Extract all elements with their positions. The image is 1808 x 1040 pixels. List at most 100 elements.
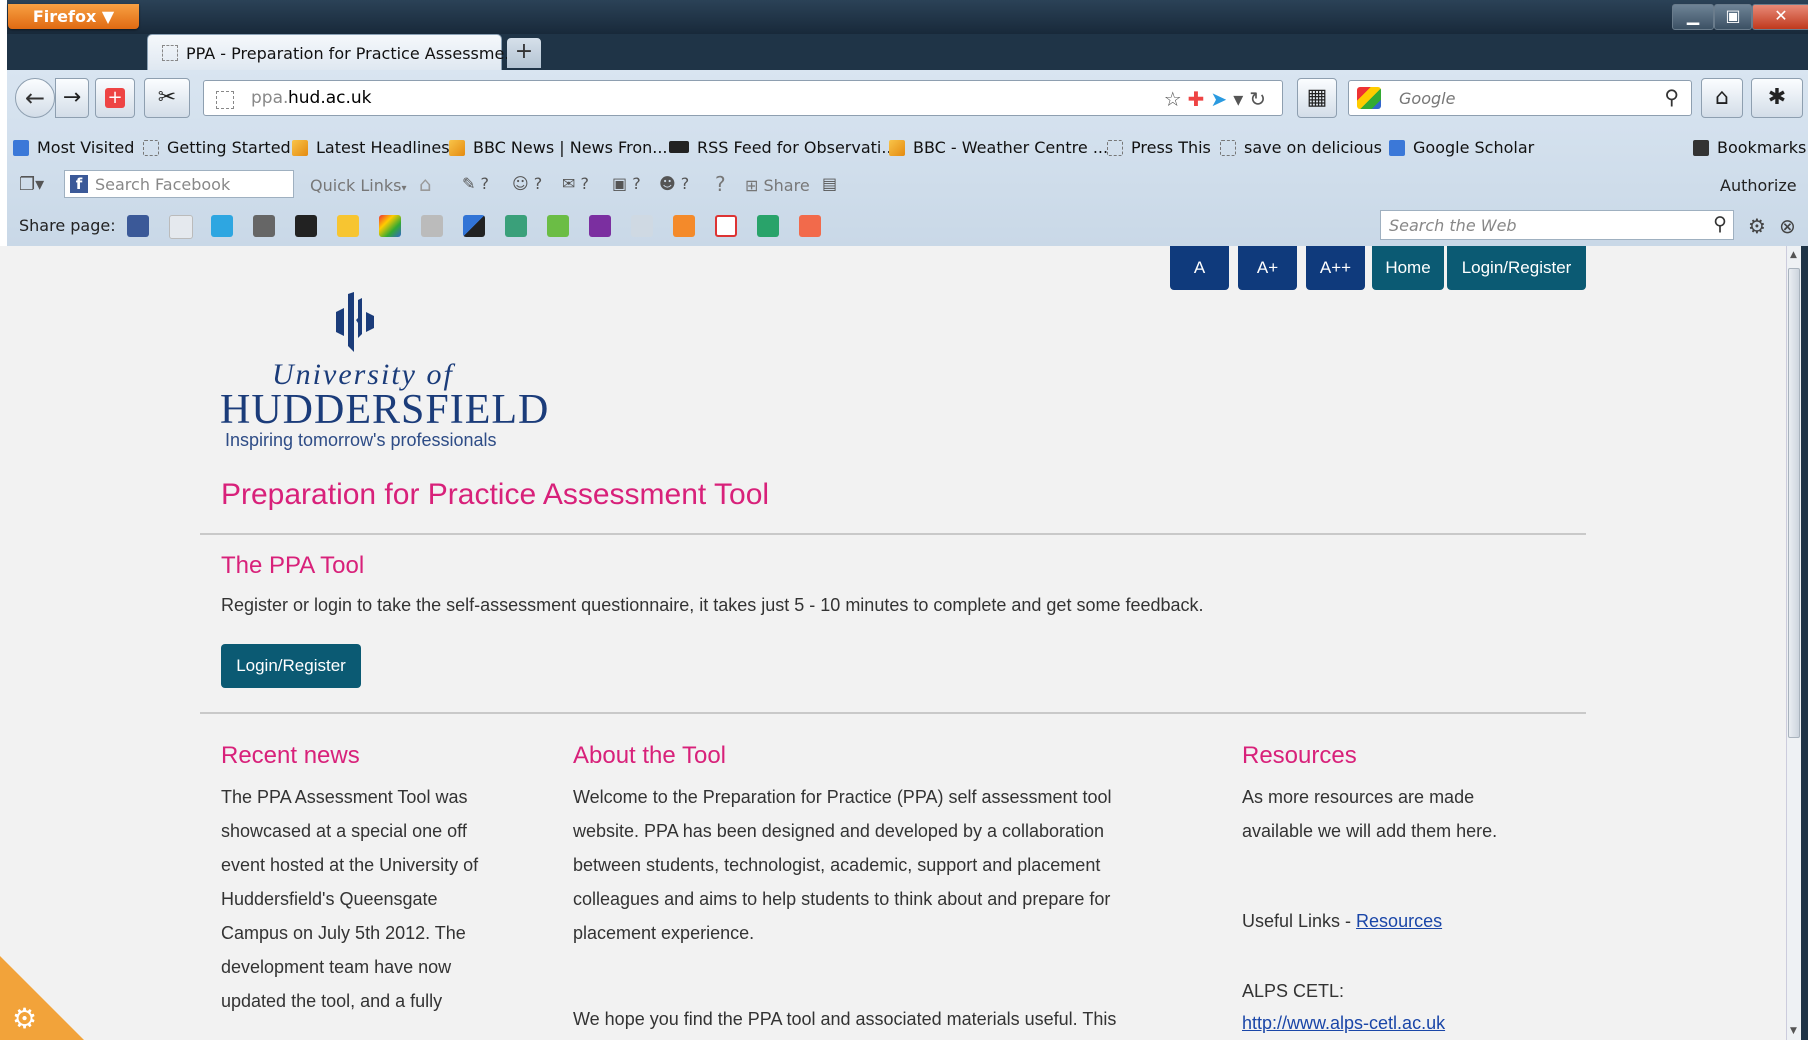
close-window-button[interactable]: ✕: [1752, 4, 1808, 30]
stumble-icon[interactable]: [505, 215, 527, 237]
bookmark-star-icon[interactable]: ☆: [1164, 87, 1188, 111]
facebook-icon: f: [70, 175, 88, 193]
home-button[interactable]: ⌂: [1701, 78, 1743, 118]
bookmark-bbc-weather[interactable]: BBC - Weather Centre ...: [889, 138, 1108, 157]
home-nav-button[interactable]: Home: [1372, 246, 1444, 290]
addthis-more-icon[interactable]: [799, 215, 821, 237]
addon-button[interactable]: ▦: [1297, 78, 1337, 118]
page-icon: [1220, 140, 1236, 156]
google-engine-icon[interactable]: [1357, 87, 1381, 109]
search-bar[interactable]: Google ⚲: [1348, 80, 1692, 116]
scholar-icon: [1389, 140, 1405, 156]
web-search-input[interactable]: Search the Web ⚲: [1380, 210, 1734, 240]
events-button[interactable]: ▣ ?: [612, 174, 641, 193]
digg-icon[interactable]: [631, 215, 653, 237]
sidebar-toggle-icon[interactable]: ▤: [822, 174, 837, 193]
help-icon[interactable]: ?: [715, 172, 726, 196]
scroll-up-icon[interactable]: ▲: [1790, 250, 1797, 260]
messages-button[interactable]: ✉ ?: [562, 174, 589, 193]
bookmarks-toolbar: Most Visited Getting Started Latest Head…: [7, 130, 1808, 164]
bookmark-rss-feed[interactable]: RSS Feed for Observati...: [669, 138, 897, 157]
firefox-menu-button[interactable]: Firefox ▼: [8, 4, 139, 29]
cut-button[interactable]: ✂: [144, 78, 190, 118]
pages-icon: ❐▾: [19, 174, 45, 195]
title-bar: Firefox ▼ ▁ ▣ ✕: [7, 0, 1808, 34]
vertical-scrollbar[interactable]: ▲ ▼: [1786, 246, 1801, 1040]
bookmark-getting-started[interactable]: Getting Started: [143, 138, 291, 157]
settings-gear-icon[interactable]: ⚙: [12, 1002, 37, 1035]
about-tool-text-2: We hope you find the PPA tool and associ…: [573, 1009, 1117, 1029]
bookmark-bbc-news[interactable]: BBC News | News Fron...: [449, 138, 668, 157]
bookmark-save-on-delicious[interactable]: save on delicious: [1220, 138, 1382, 157]
authorize-button[interactable]: Authorize: [1720, 176, 1797, 195]
bookmark-most-visited[interactable]: Most Visited: [13, 138, 134, 157]
search-icon[interactable]: ⚲: [1664, 85, 1679, 109]
bookmark-press-this[interactable]: Press This: [1107, 138, 1211, 157]
back-button[interactable]: ←: [15, 78, 55, 118]
text-size-larger-button[interactable]: A++: [1306, 246, 1365, 290]
bookmarks-menu[interactable]: Bookmarks: [1693, 138, 1806, 157]
new-tab-button[interactable]: +: [507, 38, 541, 68]
delicious-icon[interactable]: [463, 215, 485, 237]
search-placeholder: Google: [1399, 89, 1456, 108]
facebook-home-icon[interactable]: ⌂: [419, 172, 432, 196]
community-share-icon[interactable]: [547, 215, 569, 237]
alps-cetl-link-row: http://www.alps-cetl.ac.uk: [1242, 1006, 1445, 1040]
blogger-icon[interactable]: [673, 215, 695, 237]
friend-requests-button[interactable]: ☺ ?: [512, 174, 542, 193]
search-icon[interactable]: ⚲: [1713, 213, 1727, 235]
forward-arrow-icon: →: [62, 85, 82, 110]
twitter-share-icon[interactable]: [211, 215, 233, 237]
people-icon: ☻: [659, 174, 676, 193]
web-page: A A+ A++ Home Login/Register University …: [0, 246, 1786, 1040]
minimize-button[interactable]: ▁: [1672, 4, 1714, 30]
facebook-search-input[interactable]: f Search Facebook: [64, 170, 294, 198]
email-share-icon[interactable]: [169, 215, 193, 239]
pen-icon: ✎: [462, 174, 476, 193]
intro-text: Register or login to take the self-asses…: [221, 595, 1204, 615]
resources-text: As more resources are made available we …: [1242, 787, 1498, 841]
login-register-nav-button[interactable]: Login/Register: [1447, 246, 1586, 290]
myspace-icon[interactable]: [295, 215, 317, 237]
forward-button[interactable]: →: [55, 78, 89, 118]
url-bar[interactable]: ppa. hud.ac.uk ☆✚➤▾↻: [203, 80, 1283, 116]
facebook-share-button[interactable]: ⊞ Share: [745, 176, 810, 195]
google-share-icon[interactable]: [379, 215, 401, 237]
bookmark-latest-headlines[interactable]: Latest Headlines: [292, 138, 450, 157]
evernote-icon[interactable]: [757, 215, 779, 237]
gmail-icon[interactable]: [715, 215, 737, 237]
facebook-menu-button[interactable]: ❐▾: [19, 174, 44, 195]
url-domain: hud.ac.uk: [288, 88, 372, 108]
groups-button[interactable]: ☻ ?: [659, 174, 689, 193]
notifications-button[interactable]: ✎ ?: [462, 174, 489, 193]
scrollbar-thumb[interactable]: [1788, 268, 1800, 738]
facebook-share-icon[interactable]: [127, 215, 149, 237]
tab-ppa[interactable]: PPA - Preparation for Practice Assessme.…: [147, 34, 520, 70]
yahoo-icon[interactable]: [589, 215, 611, 237]
text-size-large-button[interactable]: A+: [1238, 246, 1297, 290]
addon-plus-button[interactable]: +: [95, 78, 135, 118]
favorites-icon[interactable]: [337, 215, 359, 237]
divider: [200, 533, 1586, 535]
dropdown-arrow-icon[interactable]: ▾: [1233, 87, 1249, 111]
alps-cetl-link[interactable]: http://www.alps-cetl.ac.uk: [1242, 1013, 1445, 1033]
site-identity-icon: [216, 91, 234, 109]
resources-link[interactable]: Resources: [1356, 911, 1442, 931]
print-icon[interactable]: [253, 215, 275, 237]
bookmark-google-scholar[interactable]: Google Scholar: [1389, 138, 1534, 157]
reload-icon[interactable]: ↻: [1249, 87, 1272, 111]
maximize-button[interactable]: ▣: [1714, 4, 1752, 30]
useful-links: Useful Links - Resources: [1242, 911, 1443, 931]
grid-share-icon[interactable]: [421, 215, 443, 237]
addthis-icon[interactable]: ✚: [1188, 87, 1211, 111]
text-size-normal-button[interactable]: A: [1170, 246, 1229, 290]
settings-gear-icon[interactable]: ⚙: [1748, 214, 1766, 238]
close-toolbar-icon[interactable]: ⊗: [1779, 214, 1796, 238]
twitter-bird-icon[interactable]: ➤: [1210, 87, 1233, 111]
scroll-down-icon[interactable]: ▼: [1790, 1026, 1797, 1036]
back-arrow-icon: ←: [24, 84, 46, 112]
quick-links-menu[interactable]: Quick Links▾: [310, 176, 406, 195]
tools-menu-button[interactable]: ✱: [1751, 78, 1803, 118]
login-register-button[interactable]: Login/Register: [221, 644, 361, 688]
url-subdomain: ppa.: [251, 88, 289, 108]
